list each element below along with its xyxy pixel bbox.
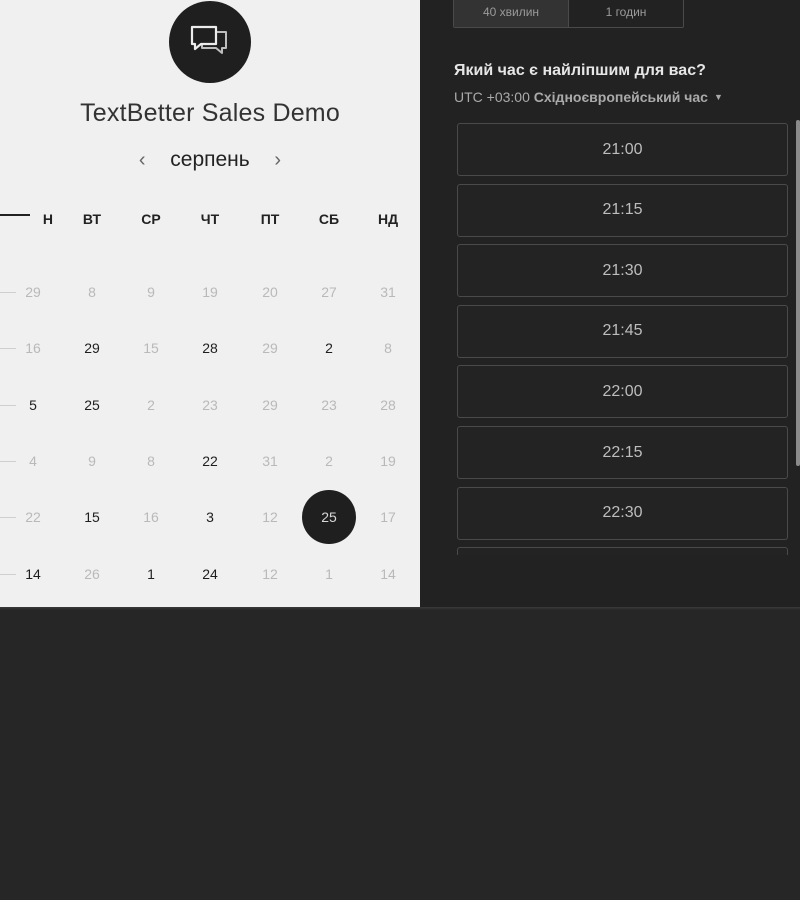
timezone-name: Східноєвропейський час [533,89,708,105]
calendar-day: 1 [325,566,333,582]
calendar-day: 31 [380,284,396,300]
time-slot-scrollbar[interactable] [796,120,800,466]
calendar-day: 12 [262,509,278,525]
calendar-day: 2 [147,397,155,413]
caret-down-icon: ▼ [713,92,723,102]
calendar-day[interactable]: 25 [65,378,119,432]
time-slot-button[interactable]: 22:15 [457,426,788,479]
calendar-day: 19 [202,284,218,300]
calendar-day: 16 [25,340,41,356]
calendar-day: 23 [321,397,337,413]
time-slot-button[interactable]: 21:30 [457,244,788,298]
calendar-day[interactable]: 1 [124,547,178,601]
weekday-label: Н [42,211,53,227]
calendar-day: 31 [262,453,278,469]
weekday-label: ЧТ [200,211,220,227]
time-slot-button[interactable] [457,547,788,555]
timezone-offset: UTC +03:00 [454,89,530,105]
calendar-day: 29 [262,397,278,413]
calendar-day: 23 [202,397,218,413]
calendar-day: 2 [325,453,333,469]
timezone-selector[interactable]: UTC +03:00 Східноєвропейський час ▼ [454,89,723,105]
month-label: серпень [170,148,250,171]
panel-bottom-edge [0,607,800,610]
calendar-day: 29 [262,340,278,356]
calendar-day: 15 [143,340,159,356]
calendar-day: 8 [384,340,392,356]
weekday-label: НД [377,211,399,227]
calendar-panel: TextBetter Sales Demo ‹ серпень › Н ВТ СР Ч… [0,0,420,607]
duration-option-1-hour[interactable]: 1 годин [568,0,683,27]
calendar-day: 9 [88,453,96,469]
calendar-day: 28 [380,397,396,413]
calendar-day: 26 [84,566,100,582]
time-slot-button[interactable]: 21:45 [457,304,788,358]
calendar-day[interactable]: 29 [65,321,119,375]
calendar-day: 8 [147,453,155,469]
calendar-day: 12 [262,566,278,582]
calendar-day: 16 [143,509,159,525]
calendar-day[interactable]: 15 [65,490,119,544]
time-question: Який час є найліпшим для вас? [454,62,706,79]
calendar-day[interactable]: 24 [183,547,237,601]
calendar-day[interactable]: 28 [183,321,237,375]
time-panel: 40 хвилин 1 годин Який час є найліпшим д… [420,0,800,607]
calendar-day: 27 [321,284,337,300]
calendar-day: 20 [262,284,278,300]
calendar-day: 9 [147,284,155,300]
time-slot-button[interactable]: 21:15 [457,183,788,237]
weekday-label: СБ [318,211,340,227]
time-slot-button[interactable]: 21:00 [457,123,788,176]
chevron-left-icon[interactable]: ‹ [132,149,152,172]
time-slot-list: 21:00 21:15 21:30 21:45 22:00 22:15 22:30 [457,123,788,555]
calendar-day: 4 [29,453,37,469]
chevron-right-icon[interactable]: › [268,149,288,172]
month-navigation: ‹ серпень › [0,148,420,172]
calendar-day[interactable]: 22 [183,434,237,488]
time-slot-button[interactable]: 22:00 [457,365,788,419]
event-title: TextBetter Sales Demo [80,99,340,127]
calendar-day-selected[interactable]: 25 [302,490,356,544]
weekday-label: ПТ [260,211,280,227]
weekday-label: СР [141,211,161,227]
duration-selector: 40 хвилин 1 годин [453,0,684,28]
calendar-day: 17 [380,509,396,525]
calendar-day: 22 [25,509,41,525]
time-slot-button[interactable]: 22:30 [457,486,788,540]
calendar-day[interactable]: 14 [6,547,60,601]
calendar-day[interactable]: 2 [302,321,356,375]
calendar-day[interactable]: 5 [6,378,60,432]
weekday-label: ВТ [82,211,102,227]
chat-bubbles-icon [169,1,251,83]
calendar-day[interactable]: 3 [183,490,237,544]
calendar-day: 8 [88,284,96,300]
calendar-day: 19 [380,453,396,469]
weekday-header: Н ВТ СР ЧТ ПТ СБ НД [0,211,420,231]
calendar-day: 14 [380,566,396,582]
duration-option-40-min[interactable]: 40 хвилин [454,0,568,27]
calendar-day: 29 [25,284,41,300]
